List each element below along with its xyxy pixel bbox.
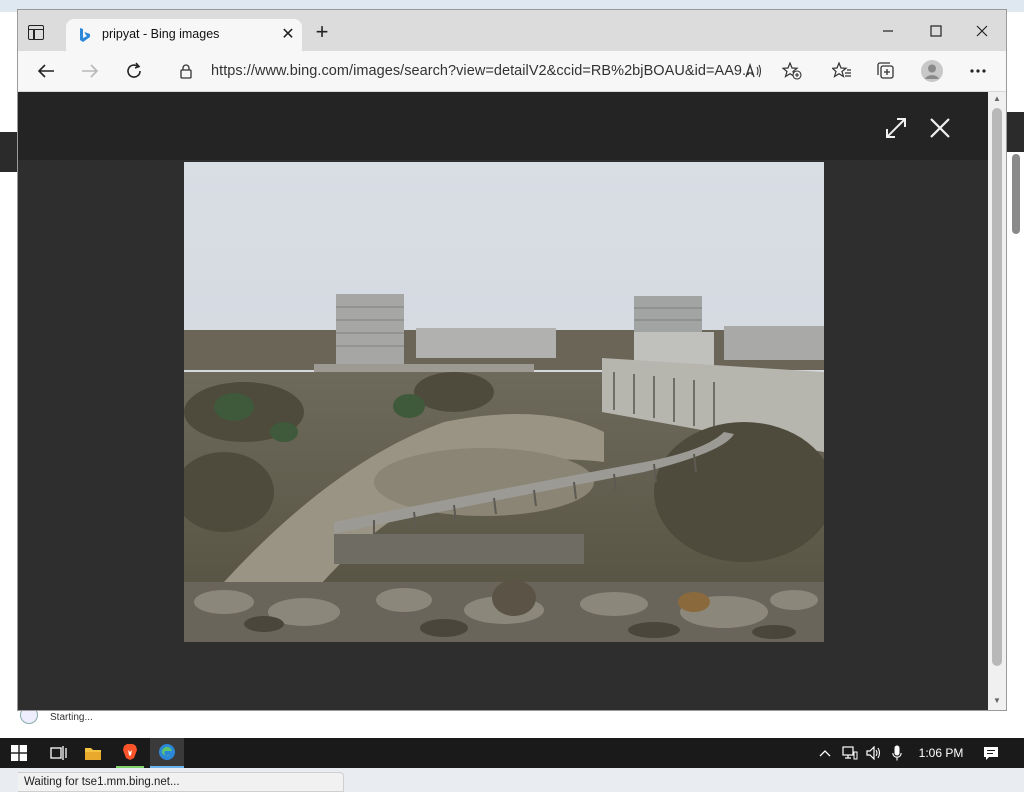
browser-window: pripyat - Bing images ✕ + https://www.bi… [18, 10, 1006, 792]
main-image[interactable] [184, 162, 824, 642]
microphone-icon [892, 745, 902, 761]
microphone-button[interactable] [888, 738, 906, 768]
add-favorite-button[interactable] [778, 57, 806, 85]
read-aloud-icon [745, 63, 762, 78]
folder-icon [85, 747, 101, 760]
show-hidden-icons-button[interactable] [816, 738, 834, 768]
task-view-icon [50, 746, 67, 760]
lock-icon[interactable] [180, 64, 192, 79]
tab-bar: pripyat - Bing images ✕ + [18, 10, 1006, 51]
collections-button[interactable] [872, 57, 900, 85]
page-scrollbar[interactable]: ▲ ▼ [988, 92, 1006, 710]
toolbar: https://www.bing.com/images/search?view=… [18, 51, 1006, 92]
network-icon [842, 746, 858, 760]
start-button[interactable] [6, 738, 32, 768]
action-center-button[interactable] [978, 738, 1004, 768]
taskbar: 1:06 PM [0, 738, 1024, 768]
tab-actions-icon[interactable] [26, 22, 46, 42]
brave-icon [123, 744, 137, 760]
address-bar[interactable]: https://www.bing.com/images/search?view=… [170, 56, 754, 86]
brave-browser-button[interactable] [116, 738, 144, 768]
tab-bing-images[interactable]: pripyat - Bing images ✕ [66, 19, 302, 51]
profile-icon [921, 60, 943, 82]
background-window-bottom [0, 710, 1024, 738]
file-explorer-button[interactable] [80, 738, 106, 768]
forward-arrow-icon [82, 64, 99, 78]
refresh-button[interactable] [120, 57, 148, 85]
maximize-icon [930, 25, 942, 37]
close-window-icon [976, 25, 988, 37]
task-view-button[interactable] [44, 738, 72, 768]
volume-icon [866, 746, 881, 760]
image-viewer-page: Waiting for tse1.mm.bing.net... [18, 92, 988, 792]
scroll-down-icon[interactable]: ▼ [993, 696, 1001, 705]
chevron-up-icon [819, 750, 831, 757]
background-window-left [0, 12, 18, 740]
network-button[interactable] [840, 738, 860, 768]
clock[interactable]: 1:06 PM [912, 738, 970, 768]
close-window-button[interactable] [962, 18, 1002, 44]
viewer-header [18, 92, 988, 160]
maximize-button[interactable] [916, 18, 956, 44]
collections-icon [877, 62, 894, 79]
more-icon [970, 69, 986, 73]
favorite-add-icon [782, 62, 802, 80]
read-aloud-button[interactable] [740, 57, 768, 85]
expand-button[interactable] [880, 112, 912, 144]
notification-icon [984, 746, 998, 760]
edge-icon [159, 744, 175, 760]
tab-close-icon[interactable]: ✕ [278, 25, 298, 45]
profile-button[interactable] [918, 57, 946, 85]
close-icon [930, 118, 950, 138]
scrollbar-thumb[interactable] [992, 108, 1002, 666]
starting-text: Starting... [50, 712, 93, 723]
expand-icon [886, 118, 906, 138]
minimize-icon [883, 30, 893, 32]
settings-menu-button[interactable] [964, 57, 992, 85]
back-arrow-icon [37, 64, 54, 78]
favorites-button[interactable] [828, 57, 856, 85]
bing-icon [80, 28, 90, 42]
windows-icon [11, 745, 27, 761]
forward-button[interactable] [76, 57, 104, 85]
status-bar: Waiting for tse1.mm.bing.net... [18, 772, 344, 792]
pripyat-photo [184, 162, 824, 642]
volume-button[interactable] [864, 738, 884, 768]
favorites-icon [832, 62, 851, 78]
edge-browser-button[interactable] [150, 738, 184, 768]
refresh-icon [127, 62, 141, 78]
back-button[interactable] [32, 57, 60, 85]
minimize-button[interactable] [868, 18, 908, 44]
new-tab-button[interactable]: + [312, 21, 332, 43]
close-viewer-button[interactable] [924, 112, 956, 144]
url-text[interactable]: https://www.bing.com/images/search?view=… [211, 63, 754, 79]
tab-title: pripyat - Bing images [102, 27, 220, 41]
scroll-up-icon[interactable]: ▲ [993, 94, 1001, 103]
background-window-right [1006, 12, 1024, 740]
